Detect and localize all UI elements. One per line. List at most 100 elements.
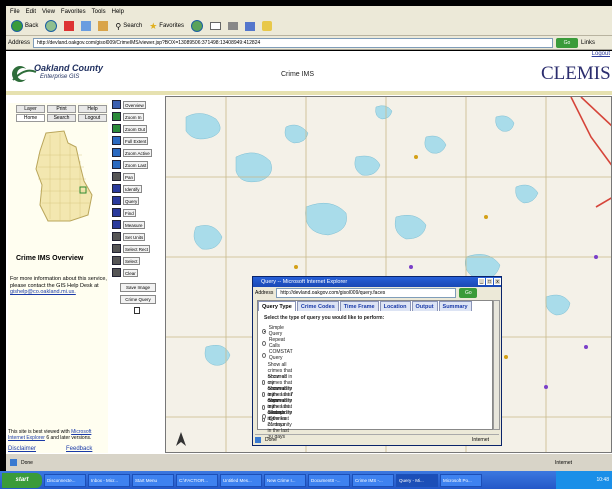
tool-full-extent[interactable]: Full Extent [112, 135, 160, 146]
links-label[interactable]: Links [581, 40, 595, 46]
status-done-label: Done [21, 459, 33, 466]
overview-icon [112, 100, 121, 109]
dialog-title-bar[interactable]: Query -- Microsoft Internet Explorer _ □… [253, 277, 501, 287]
maximize-icon[interactable]: □ [486, 278, 493, 285]
browser-menubar: File Edit View Favorites Tools Help [6, 6, 612, 17]
close-icon[interactable]: x [494, 278, 501, 285]
mail-button[interactable] [208, 19, 223, 34]
michigan-overview-map[interactable] [26, 125, 98, 225]
taskbar-item[interactable]: Inbox - Micr... [88, 473, 130, 487]
search-button[interactable]: ⚲ Search [113, 19, 144, 34]
dialog-url-input[interactable]: http://devland.oakgov.com/gisol009/query… [276, 288, 457, 298]
history-button[interactable] [189, 19, 205, 34]
tool-zoom-in[interactable]: Zoom In [112, 111, 160, 122]
help-email-link[interactable]: gishelp@co.oakland.mi.us. [10, 289, 76, 295]
tool-zoom-last[interactable]: Zoom Last [112, 159, 160, 170]
taskbar-item[interactable]: Disconnecte... [44, 473, 86, 487]
tool-set-units[interactable]: Set Units [112, 231, 160, 242]
menu-help[interactable]: Help [112, 9, 124, 15]
go-button[interactable]: Go [556, 37, 579, 48]
tab-time-frame[interactable]: Time Frame [339, 301, 379, 311]
query-option[interactable]: Saved Queries [262, 410, 288, 422]
menu-edit[interactable]: Edit [26, 9, 36, 15]
tool-zoom-out[interactable]: Zoom Out [112, 123, 160, 134]
forward-button[interactable] [43, 19, 59, 34]
home-tab-button[interactable]: Home [16, 114, 45, 122]
disclaimer-link[interactable]: Disclaimer [8, 446, 36, 452]
tab-crime-codes[interactable]: Crime Codes [296, 301, 339, 311]
taskbar-item[interactable]: Start Menu [132, 473, 174, 487]
tab-output[interactable]: Output [411, 301, 438, 311]
tool-overview[interactable]: Overview [112, 99, 160, 110]
dialog-scrollbar[interactable] [493, 300, 500, 430]
query-prompt: Select the type of query you would like … [264, 315, 385, 321]
menu-file[interactable]: File [10, 9, 20, 15]
tool-select-rect[interactable]: Select Rect [112, 243, 160, 254]
browser-status-bar: Done Internet [6, 454, 612, 471]
tool-query[interactable]: Query [112, 195, 160, 206]
tool-select[interactable]: Select [112, 255, 160, 266]
tool-zoom-active[interactable]: Zoom Active [112, 147, 160, 158]
stop-button[interactable] [62, 19, 76, 34]
search-tab-button[interactable]: Search [47, 114, 76, 122]
minimize-icon[interactable]: _ [478, 278, 485, 285]
url-input[interactable]: http://devland.oakgov.com/gisol009/Crime… [33, 37, 554, 48]
radio-button[interactable] [262, 328, 266, 334]
taskbar-item[interactable]: Document8 -... [308, 473, 350, 487]
tool-clear[interactable]: Clear [112, 267, 160, 278]
tool-label: Set Units [123, 232, 146, 241]
tool-measure[interactable]: Measure [112, 219, 160, 230]
edit-button[interactable] [243, 19, 257, 34]
taskbar-item[interactable]: Untitled Mes... [220, 473, 262, 487]
print-page-button[interactable]: Print [47, 105, 76, 113]
query-tabs: Query Type Crime Codes Time Frame Locati… [258, 301, 494, 311]
logout-link[interactable]: Logout [592, 51, 610, 57]
menu-tools[interactable]: Tools [92, 9, 106, 15]
query-option[interactable]: Simple Query [262, 325, 285, 337]
crime-query-button[interactable]: Crime Query [120, 295, 156, 304]
feedback-link[interactable]: Feedback [66, 446, 92, 452]
query-icon [112, 196, 121, 205]
layer-button[interactable]: Layer [16, 105, 45, 113]
query-option[interactable]: Repeat Calls [262, 337, 286, 349]
clemis-logo: CLEMIS [541, 63, 611, 84]
radio-button[interactable] [262, 413, 266, 419]
start-button[interactable]: start [2, 472, 42, 488]
select-icon [112, 256, 121, 265]
taskbar-item[interactable]: C:\FACTIOR... [176, 473, 218, 487]
tool-identify[interactable]: Identify [112, 183, 160, 194]
menu-favorites[interactable]: Favorites [61, 9, 86, 15]
tab-query-type[interactable]: Query Type [258, 301, 296, 311]
menu-view[interactable]: View [42, 9, 55, 15]
tool-label: Overview [123, 100, 146, 109]
save-image-button[interactable]: Save Image [120, 283, 156, 292]
search-icon: ⚲ [115, 21, 122, 31]
taskbar-item[interactable]: Microsoft Po... [440, 473, 482, 487]
logout-button[interactable]: Logout [78, 114, 107, 122]
help-button[interactable]: Help [78, 105, 107, 113]
tool-pan[interactable]: Pan [112, 171, 160, 182]
tab-location[interactable]: Location [379, 301, 411, 311]
refresh-button[interactable] [79, 19, 93, 34]
tool-label: Clear [123, 268, 138, 277]
query-option[interactable]: COMSTAT Query [262, 349, 294, 361]
messenger-button[interactable] [260, 19, 274, 34]
radio-button[interactable] [262, 340, 266, 346]
tab-summary[interactable]: Summary [438, 301, 472, 311]
favorites-button[interactable]: ★ Favorites [147, 19, 186, 34]
tool-find[interactable]: Find [112, 207, 160, 218]
clear-icon [112, 268, 121, 277]
taskbar-item[interactable]: Query - Mi... [396, 473, 438, 487]
home-button[interactable] [96, 19, 110, 34]
overview-title: Crime IMS Overview [16, 255, 84, 262]
tool-label: Zoom Active [123, 148, 152, 157]
taskbar-item[interactable]: New Crime I... [264, 473, 306, 487]
back-button[interactable]: Back [9, 19, 40, 34]
set-units-icon [112, 232, 121, 241]
print-button[interactable] [226, 19, 240, 34]
dialog-go-button[interactable]: Go [459, 288, 478, 298]
taskbar-item[interactable]: Crime IMS -... [352, 473, 394, 487]
help-desk-info: For more information about this service,… [10, 276, 107, 295]
clock[interactable]: 10:48 [596, 477, 609, 483]
radio-button[interactable] [262, 352, 266, 358]
